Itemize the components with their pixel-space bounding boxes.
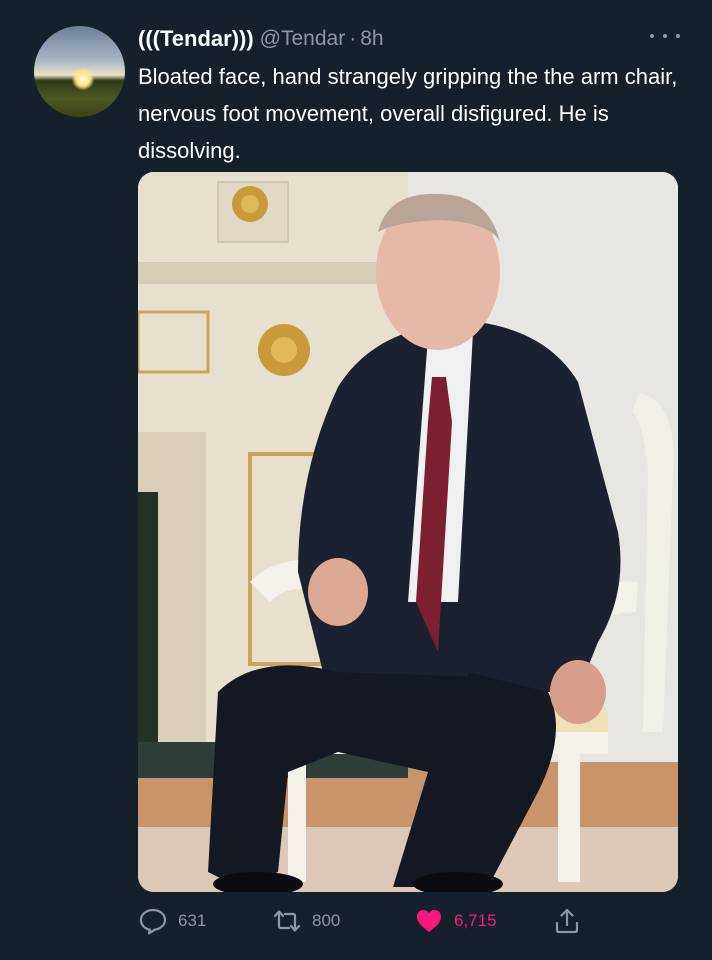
reply-button[interactable]: 631: [138, 900, 206, 942]
author-name[interactable]: (((Tendar))): [138, 26, 254, 52]
retweet-button[interactable]: 800: [272, 900, 340, 942]
like-button[interactable]: 6,715: [414, 900, 497, 942]
reply-count: 631: [178, 911, 207, 930]
more-dots-icon[interactable]: [650, 26, 680, 46]
share-button[interactable]: [552, 900, 582, 942]
share-upload-icon: [555, 908, 579, 934]
retweet-arrows-icon: [273, 910, 301, 932]
photo-illustration: [138, 172, 678, 892]
separator-dot: ·: [349, 27, 357, 50]
like-count: 6,715: [454, 911, 497, 930]
tweet: (((Tendar))) @Tendar · 8h Bloated face, …: [0, 0, 712, 960]
tweet-text: Bloated face, hand strangely gripping th…: [138, 64, 678, 163]
tweet-actions: 631 800 6,715: [0, 900, 712, 942]
author-handle[interactable]: @Tendar: [260, 27, 346, 51]
timestamp[interactable]: 8h: [360, 27, 383, 51]
heart-icon: [417, 910, 441, 932]
tweet-header: (((Tendar))) @Tendar · 8h: [138, 22, 384, 56]
retweet-count: 800: [312, 911, 341, 930]
tweet-photo[interactable]: [138, 172, 678, 892]
avatar-sun-graphic: [72, 68, 94, 90]
speech-bubble-icon: [139, 908, 167, 935]
avatar[interactable]: [34, 26, 125, 117]
